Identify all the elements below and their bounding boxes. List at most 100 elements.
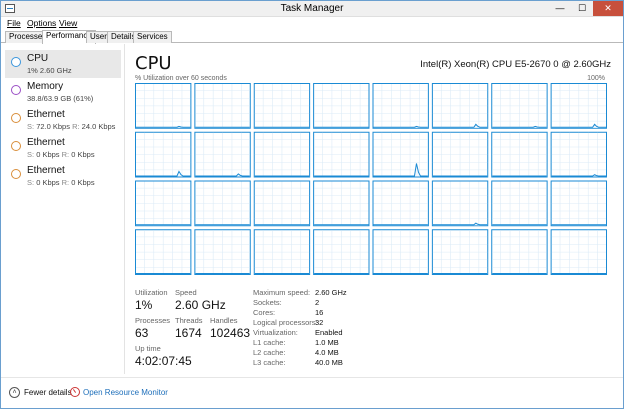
processor-graph [253, 229, 311, 275]
spec-label: Maximum speed: [253, 288, 311, 297]
minimize-button[interactable]: — [549, 1, 571, 16]
send-label: S: [27, 150, 35, 159]
sidebar-item-sub: S: 0 Kbps R: 0 Kbps [27, 150, 95, 159]
graph-caption: % Utilization over 60 seconds [135, 75, 227, 82]
processor-graph [372, 180, 429, 227]
sidebar-item-memory[interactable]: Memory 38.8/63.9 GB (61%) [5, 78, 121, 106]
memory-indicator-icon [11, 85, 21, 95]
spec-value: 1.0 MB [315, 338, 339, 347]
recv-rate: 0 Kbps [71, 150, 95, 159]
utilization-label: Utilization [135, 288, 168, 297]
spec-value: 4.0 MB [315, 348, 339, 357]
spec-value: 32 [315, 318, 324, 327]
processes-label: Processes [135, 316, 171, 325]
resource-monitor-icon [70, 387, 80, 397]
processor-graph [491, 83, 548, 129]
send-label: S: [27, 122, 35, 131]
threads-value: 1674 [175, 326, 202, 340]
processor-graph [550, 131, 607, 178]
processor-graph [194, 180, 251, 227]
speed-label: Speed [175, 288, 197, 297]
processor-graph [431, 180, 489, 227]
processor-graph [313, 229, 370, 275]
handles-value: 102463 [210, 326, 251, 340]
processor-graph [431, 131, 489, 178]
spec-value: 2.60 GHz [315, 288, 347, 297]
uptime-label: Up time [135, 344, 161, 353]
sidebar-item-title: Ethernet [27, 137, 65, 148]
spec-value: Enabled [315, 328, 343, 337]
sidebar-item-ethernet-3[interactable]: Ethernet S: 0 Kbps R: 0 Kbps [5, 162, 121, 190]
sidebar-item-ethernet-2[interactable]: Ethernet S: 0 Kbps R: 0 Kbps [5, 134, 121, 162]
menu-bar: File Options View [1, 17, 623, 30]
sidebar-item-ethernet-1[interactable]: Ethernet S: 72.0 Kbps R: 24.0 Kbps [5, 106, 121, 134]
processor-graph [372, 83, 429, 129]
cpu-stats: Utilization 1% Speed 2.60 GHz Processes … [135, 288, 611, 374]
processor-graph [253, 83, 311, 129]
processor-graph [431, 83, 489, 129]
recv-rate: 0 Kbps [71, 178, 95, 187]
open-resource-monitor-link[interactable]: Open Resource Monitor [83, 388, 168, 397]
ethernet-indicator-icon [11, 169, 21, 179]
content-area: CPU 1% 2.60 GHz Memory 38.8/63.9 GB (61%… [1, 44, 623, 374]
processor-graph [372, 131, 429, 178]
menu-file-label: File [7, 18, 21, 28]
speed-value: 2.60 GHz [175, 298, 226, 312]
send-rate: 72.0 Kbps [36, 122, 70, 131]
spec-value: 2 [315, 298, 320, 307]
sidebar-item-cpu[interactable]: CPU 1% 2.60 GHz [5, 50, 121, 78]
utilization-value: 1% [135, 298, 153, 312]
recv-label: R: [61, 178, 70, 187]
processor-graph [135, 180, 192, 227]
spec-label: Sockets: [253, 298, 282, 307]
footer-bar: ˄ Fewer details Open Resource Monitor [1, 377, 623, 408]
window-title: Task Manager [280, 3, 344, 14]
processor-graph [372, 229, 429, 275]
processor-graph [550, 180, 607, 227]
title-bar[interactable]: Task Manager — ☐ ✕ [1, 1, 623, 17]
maximize-button[interactable]: ☐ [571, 1, 593, 16]
sidebar-item-title: Ethernet [27, 109, 65, 120]
page-title: CPU [135, 53, 172, 74]
cpu-model: Intel(R) Xeon(R) CPU E5-2670 0 @ 2.60GHz [420, 59, 611, 70]
spec-label: L3 cache: [253, 358, 286, 367]
spec-value: 40.0 MB [315, 358, 343, 367]
processor-graph [550, 83, 607, 129]
threads-label: Threads [175, 316, 203, 325]
send-rate: 0 Kbps [36, 178, 60, 187]
cpu-detail-panel: CPU Intel(R) Xeon(R) CPU E5-2670 0 @ 2.6… [135, 44, 611, 374]
cpu-indicator-icon [11, 57, 21, 67]
sidebar-item-title: Memory [27, 81, 64, 92]
processor-graph [313, 83, 370, 129]
processor-graph [491, 131, 548, 178]
processor-graph [491, 229, 548, 275]
graph-max-label: 100% [587, 75, 605, 82]
logical-processor-graphs[interactable] [135, 83, 607, 275]
sidebar-item-title: Ethernet [27, 165, 65, 176]
tab-services[interactable]: Services [133, 31, 172, 43]
sidebar-item-sub: 38.8/63.9 GB (61%) [27, 94, 94, 103]
menu-view[interactable]: View [59, 18, 77, 28]
spec-value: 16 [315, 308, 324, 317]
processor-graph [194, 131, 251, 178]
processor-graph [313, 131, 370, 178]
send-rate: 0 Kbps [36, 150, 60, 159]
fewer-details-button[interactable]: Fewer details [24, 388, 72, 397]
ethernet-indicator-icon [11, 113, 21, 123]
menu-options[interactable]: Options [27, 18, 56, 28]
processor-graph [135, 229, 192, 275]
menu-view-label: View [59, 18, 78, 28]
chevron-up-icon[interactable]: ˄ [9, 387, 20, 398]
processor-graph [194, 229, 251, 275]
send-label: S: [27, 178, 35, 187]
recv-label: R: [72, 122, 80, 131]
processor-graph [313, 180, 370, 227]
resource-sidebar: CPU 1% 2.60 GHz Memory 38.8/63.9 GB (61%… [1, 44, 125, 374]
processor-graph [253, 180, 311, 227]
spec-label: Logical processors: [253, 318, 318, 327]
spec-label: L1 cache: [253, 338, 286, 347]
close-button[interactable]: ✕ [593, 1, 623, 16]
spec-label: L2 cache: [253, 348, 286, 357]
processor-graph [135, 131, 192, 178]
menu-file[interactable]: File [7, 18, 21, 28]
